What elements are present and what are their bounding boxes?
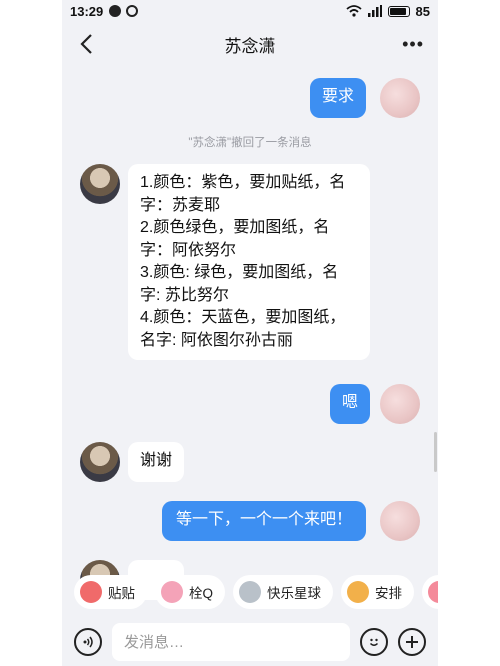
- sync-icon: [126, 5, 139, 17]
- status-time: 13:29: [70, 3, 104, 19]
- quick-reply-chip[interactable]: 快乐星球: [233, 575, 334, 609]
- contact-avatar[interactable]: [80, 164, 120, 204]
- signal-icon: [367, 5, 382, 17]
- chip-label: 安排: [375, 586, 403, 601]
- nav-bar: 苏念潇 •••: [62, 22, 438, 66]
- message-bubble-in[interactable]: 谢谢: [128, 442, 185, 482]
- my-avatar[interactable]: [380, 384, 420, 424]
- battery-level: 85: [415, 3, 430, 19]
- quick-reply-chip[interactable]: [422, 575, 438, 609]
- message-line: 1.颜色：紫色，要加贴纸，名: [140, 174, 346, 191]
- pig-face-sticker-icon: [428, 581, 438, 603]
- emoji-button[interactable]: [360, 628, 388, 656]
- quick-reply-chip[interactable]: 安排: [341, 575, 415, 609]
- chat-screen: 13:29 85 苏念潇 ••• 要求 "苏念潇"撤回了一条消息 1.颜色：紫色…: [62, 0, 438, 666]
- back-arrow-icon[interactable]: [76, 32, 100, 56]
- message-bubble-out[interactable]: 等一下，一个一个来吧！: [162, 501, 367, 541]
- message-list[interactable]: 要求 "苏念潇"撤回了一条消息 1.颜色：紫色，要加贴纸，名 字：苏麦耶 2.颜…: [62, 66, 438, 600]
- app-notification-icon: [109, 5, 122, 17]
- planet-sticker-icon: [239, 581, 262, 603]
- message-input[interactable]: [112, 623, 350, 661]
- voice-icon: [83, 636, 93, 648]
- chip-label: 贴贴: [108, 586, 135, 601]
- smiley-sticker-icon: [80, 581, 102, 603]
- quick-reply-chip[interactable]: 栓Q: [155, 575, 226, 609]
- message-line: 字: 苏比努尔: [140, 286, 229, 304]
- message-line: 名字: 阿依图尔孙古丽: [140, 331, 293, 349]
- more-options-icon[interactable]: •••: [402, 34, 424, 55]
- emoji-icon: [369, 638, 379, 646]
- contact-avatar[interactable]: [80, 442, 120, 482]
- my-avatar[interactable]: [380, 501, 420, 541]
- message-bubble-out[interactable]: 要求: [310, 78, 367, 118]
- message-line: 3.颜色: 绿色，要加图纸，名: [140, 264, 339, 281]
- scrollbar[interactable]: [434, 432, 437, 472]
- input-bar: [62, 618, 438, 666]
- recall-notice: "苏念潇"撤回了一条消息: [188, 137, 312, 149]
- dog-sticker-icon: [347, 581, 370, 603]
- chat-title: 苏念潇: [224, 36, 276, 56]
- battery-icon: [387, 5, 410, 17]
- quick-reply-chip[interactable]: 贴贴: [74, 575, 147, 609]
- message-line: 4.颜色：天蓝色，要加图纸，: [140, 309, 346, 326]
- quick-reply-bar: 贴贴 栓Q 快乐星球 安排: [62, 572, 438, 612]
- wifi-icon: [345, 5, 362, 17]
- pig-sticker-icon: [161, 581, 183, 603]
- status-bar: 13:29 85: [62, 0, 438, 22]
- message-line: 字：阿依努尔: [140, 241, 237, 259]
- add-button[interactable]: [398, 628, 426, 656]
- message-bubble-out[interactable]: 嗯: [330, 384, 371, 424]
- message-line: 2.颜色绿色，要加图纸，名: [140, 219, 330, 236]
- chip-label: 快乐星球: [267, 586, 322, 601]
- message-line: 字：苏麦耶: [140, 196, 221, 214]
- message-bubble-in[interactable]: 1.颜色：紫色，要加贴纸，名 字：苏麦耶 2.颜色绿色，要加图纸，名 字：阿依努…: [128, 164, 370, 360]
- plus-icon: [406, 636, 418, 648]
- my-avatar[interactable]: [380, 78, 420, 118]
- voice-button[interactable]: [74, 628, 102, 656]
- chip-label: 栓Q: [189, 586, 214, 601]
